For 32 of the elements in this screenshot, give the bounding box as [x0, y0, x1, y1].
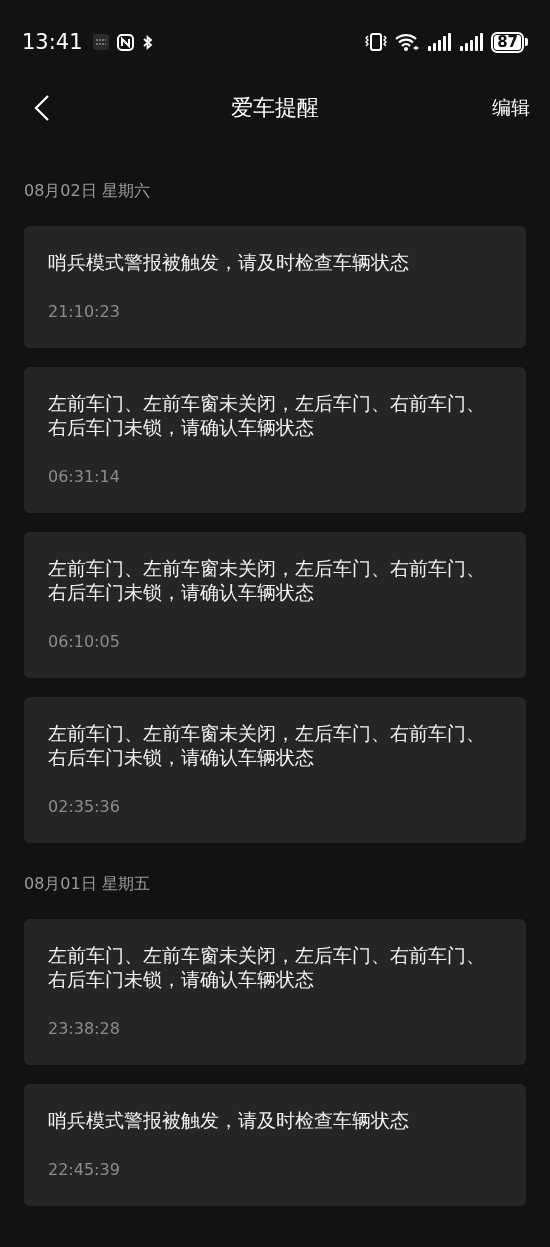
- wifi-icon: [395, 33, 420, 51]
- notification-message: 左前车门、左前车窗未关闭，左后车门、右前车门、右后车门未锁，请确认车辆状态: [48, 721, 486, 769]
- notification-time: 06:10:05: [48, 632, 121, 652]
- notification-time: 06:31:14: [48, 467, 121, 487]
- notification-card[interactable]: 哨兵模式警报被触发，请及时检查车辆状态 22:45:39: [24, 1084, 526, 1206]
- date-header: 08月02日 星期六: [24, 180, 151, 202]
- signal-icon: [459, 33, 484, 51]
- notification-time: 02:35:36: [48, 797, 121, 817]
- nfc-icon: [116, 33, 134, 51]
- notification-message: 哨兵模式警报被触发，请及时检查车辆状态: [48, 250, 410, 274]
- notification-message: 左前车门、左前车窗未关闭，左后车门、右前车门、右后车门未锁，请确认车辆状态: [48, 391, 486, 439]
- notification-card[interactable]: 左前车门、左前车窗未关闭，左后车门、右前车门、右后车门未锁，请确认车辆状态 06:10:05: [24, 532, 526, 678]
- edit-button[interactable]: 编辑: [492, 95, 530, 121]
- battery-tip-icon: [525, 38, 528, 46]
- notification-card[interactable]: 哨兵模式警报被触发，请及时检查车辆状态 21:10:23: [24, 226, 526, 348]
- back-icon[interactable]: [34, 95, 50, 121]
- page-title: 爱车提醒: [231, 95, 319, 120]
- notification-time: 22:45:39: [48, 1160, 121, 1180]
- notification-message: 左前车门、左前车窗未关闭，左后车门、右前车门、右后车门未锁，请确认车辆状态: [48, 943, 486, 991]
- status-time: 13:41: [22, 30, 83, 54]
- battery-level: 87: [491, 31, 524, 53]
- notification-card[interactable]: 左前车门、左前车窗未关闭，左后车门、右前车门、右后车门未锁，请确认车辆状态 02:35:36: [24, 697, 526, 843]
- notification-card[interactable]: 左前车门、左前车窗未关闭，左后车门、右前车门、右后车门未锁，请确认车辆状态 06:31:14: [24, 367, 526, 513]
- date-header: 08月01日 星期五: [24, 873, 151, 895]
- notification-card[interactable]: 左前车门、左前车窗未关闭，左后车门、右前车门、右后车门未锁，请确认车辆状态 23:38:28: [24, 919, 526, 1065]
- signal-icon: [427, 33, 452, 51]
- bluetooth-icon: [141, 33, 154, 51]
- vibrate-icon: [365, 33, 388, 51]
- notification-time: 21:10:23: [48, 302, 121, 322]
- notification-message: 哨兵模式警报被触发，请及时检查车辆状态: [48, 1108, 410, 1132]
- notification-message: 左前车门、左前车窗未关闭，左后车门、右前车门、右后车门未锁，请确认车辆状态: [48, 556, 486, 604]
- notification-time: 23:38:28: [48, 1019, 121, 1039]
